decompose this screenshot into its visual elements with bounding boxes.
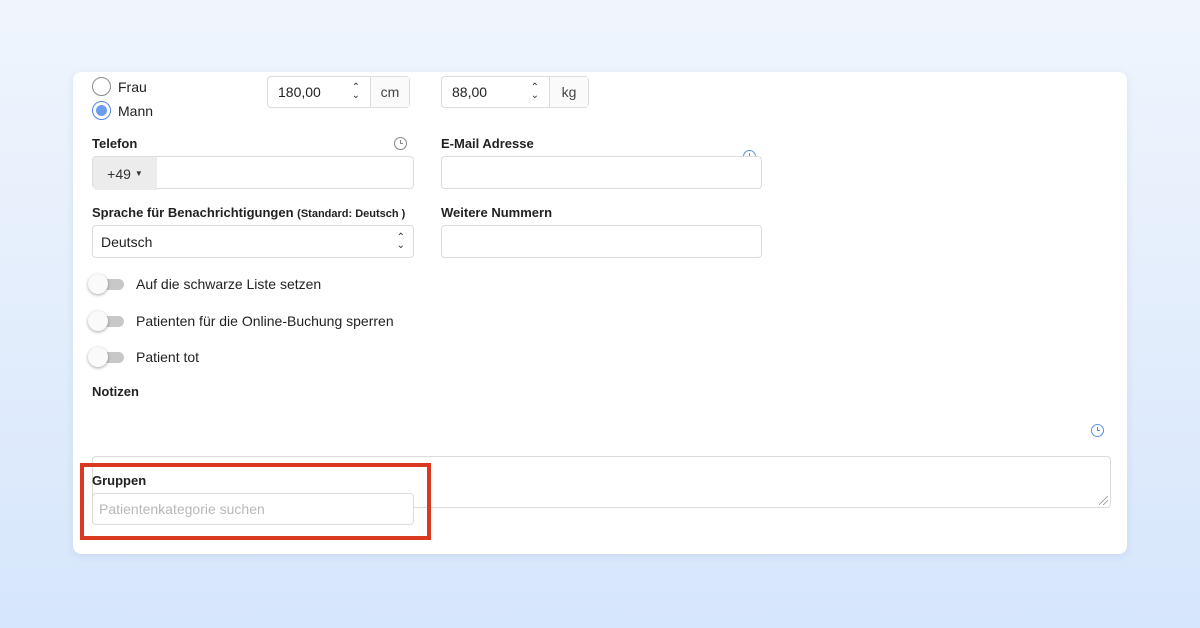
country-code-dropdown[interactable]: +49 ▼ <box>93 157 157 190</box>
height-input[interactable]: 180,00 ⌃ ⌄ <box>268 77 371 107</box>
email-field[interactable] <box>441 156 762 189</box>
weight-value: 88,00 <box>452 84 488 100</box>
height-input-group: 180,00 ⌃ ⌄ cm <box>267 76 410 108</box>
language-select[interactable]: Deutsch ⌃ ⌄ <box>92 225 414 258</box>
stepper-icon[interactable]: ⌃ ⌄ <box>531 83 539 101</box>
toggle-switch[interactable] <box>88 311 124 331</box>
resize-handle-icon[interactable] <box>1099 496 1108 505</box>
toggle-switch[interactable] <box>88 347 124 367</box>
weight-input-group: 88,00 ⌃ ⌄ kg <box>441 76 589 108</box>
clock-icon[interactable] <box>394 137 407 150</box>
gender-label-frau: Frau <box>118 78 147 95</box>
gender-option-frau[interactable]: Frau <box>92 77 147 96</box>
language-sublabel: (Standard: Deutsch ) <box>297 208 406 220</box>
toggle-block-online-booking[interactable]: Patienten für die Online-Buchung sperren <box>88 311 394 331</box>
phone-field[interactable]: +49 ▼ <box>92 156 414 190</box>
groups-search-placeholder: Patientenkategorie suchen <box>99 501 265 517</box>
country-code-value: +49 <box>107 165 131 182</box>
toggle-blacklist[interactable]: Auf die schwarze Liste setzen <box>88 274 321 294</box>
toggle-switch[interactable] <box>88 274 124 294</box>
height-unit: cm <box>371 77 409 107</box>
email-label: E-Mail Adresse <box>441 136 534 151</box>
weight-input[interactable]: 88,00 ⌃ ⌄ <box>442 77 550 107</box>
radio-mann[interactable] <box>92 101 111 120</box>
notes-label: Notizen <box>92 384 139 399</box>
gender-label-mann: Mann <box>118 102 154 119</box>
stepper-icon[interactable]: ⌃ ⌄ <box>352 83 360 101</box>
caret-down-icon: ▼ <box>134 169 143 178</box>
groups-label: Gruppen <box>92 473 147 488</box>
groups-search-input[interactable]: Patientenkategorie suchen <box>92 493 414 525</box>
gender-option-mann[interactable]: Mann <box>92 101 153 120</box>
toggle-label: Patient tot <box>136 349 200 365</box>
select-arrows-icon: ⌃ ⌄ <box>396 231 405 251</box>
other-numbers-field[interactable] <box>441 225 762 258</box>
radio-frau[interactable] <box>92 77 111 96</box>
height-value: 180,00 <box>278 84 321 100</box>
language-label-text: Sprache für Benachrichtigungen <box>92 205 294 220</box>
weight-unit: kg <box>550 77 588 107</box>
toggle-label: Patienten für die Online-Buchung sperren <box>136 313 394 329</box>
clock-icon[interactable] <box>1091 424 1104 437</box>
language-selected-value: Deutsch <box>101 233 153 250</box>
toggle-patient-deceased[interactable]: Patient tot <box>88 347 199 367</box>
other-numbers-label: Weitere Nummern <box>441 205 553 220</box>
language-label: Sprache für Benachrichtigungen (Standard… <box>92 205 405 220</box>
phone-label: Telefon <box>92 136 138 151</box>
toggle-label: Auf die schwarze Liste setzen <box>136 276 322 292</box>
